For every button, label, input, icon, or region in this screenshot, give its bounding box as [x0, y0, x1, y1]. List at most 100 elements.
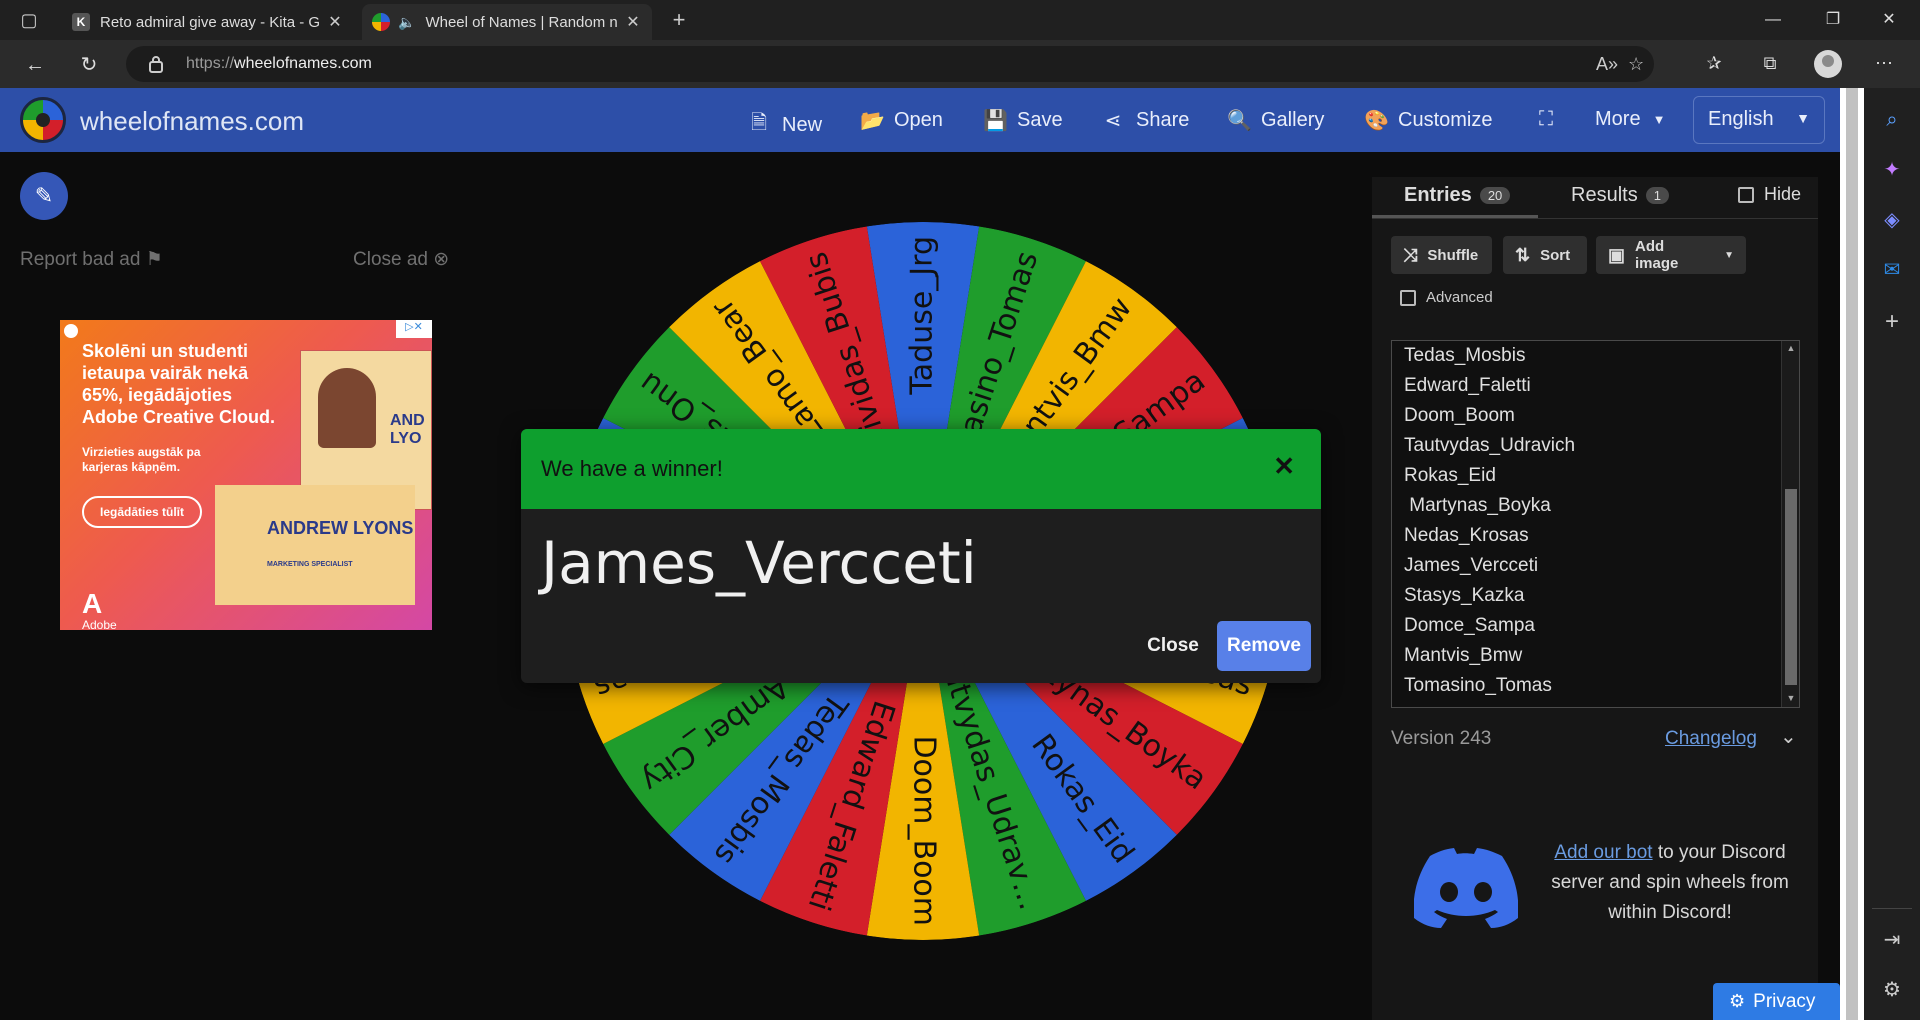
more-label: More [1595, 108, 1641, 130]
site-logo-icon[interactable] [20, 97, 66, 143]
site-brand[interactable]: wheelofnames.com [80, 106, 304, 137]
file-icon: 🗎 [750, 112, 768, 134]
close-tab-icon[interactable]: ✕ [624, 12, 642, 32]
save-button[interactable]: 💾 Save [983, 108, 1063, 133]
sort-button[interactable]: ⇅ Sort [1503, 236, 1587, 274]
entry-row: Edward_Faletti [1404, 375, 1531, 396]
wheel-favicon-icon [372, 13, 390, 31]
add-icon[interactable]: + [1878, 308, 1906, 336]
kita-favicon-icon: K [72, 13, 90, 31]
tab-title: Reto admiral give away - Kita - G [100, 13, 321, 31]
fullscreen-button[interactable]: ⛶ [1535, 108, 1569, 131]
outlook-icon[interactable]: ✉ [1878, 256, 1906, 284]
close-window-icon[interactable]: ✕ [1866, 6, 1912, 34]
entries-tab-label: Entries [1404, 184, 1472, 206]
add-bot-link[interactable]: Add our bot [1554, 842, 1652, 863]
tab-results[interactable]: Results 1 [1571, 184, 1669, 207]
close-ad-link[interactable]: Close ad ⊗ [353, 248, 449, 271]
close-tab-icon[interactable]: ✕ [326, 12, 344, 32]
entry-row: Nedas_Krosas [1404, 525, 1529, 546]
open-button[interactable]: 📂 Open [860, 108, 943, 133]
browser-tab-active[interactable]: 🔈 Wheel of Names | Random n ✕ [362, 4, 652, 40]
add-image-button[interactable]: ▣ Add image ▼ [1596, 236, 1746, 274]
search-icon[interactable]: ⌕ [1878, 106, 1906, 134]
back-icon[interactable]: ← [20, 50, 50, 80]
ad-card-front: ANDREW LYONS MARKETING SPECIALIST [215, 485, 415, 605]
refresh-icon[interactable]: ↻ [74, 50, 104, 80]
close-dialog-icon[interactable]: ✕ [1273, 451, 1295, 482]
tab-title: Wheel of Names | Random n [425, 13, 618, 31]
favorites-icon[interactable]: ✰ [1702, 53, 1726, 77]
remove-button[interactable]: Remove [1217, 621, 1311, 671]
address-bar[interactable]: https://wheelofnames.com A» ☆ [126, 46, 1654, 82]
close-button[interactable]: Close [1138, 621, 1208, 671]
changelog-link[interactable]: Changelog [1665, 728, 1757, 750]
ad-cta-button[interactable]: Iegādāties tūlīt [82, 496, 202, 528]
entry-row: Doom_Boom [1404, 405, 1515, 426]
speaker-icon[interactable]: 🔈 [398, 14, 415, 31]
advanced-label: Advanced [1426, 289, 1493, 306]
fullscreen-icon: ⛶ [1539, 108, 1553, 130]
discord-icon [1414, 848, 1518, 928]
report-bad-ad-link[interactable]: Report bad ad ⚑ [20, 248, 163, 271]
tab-entries[interactable]: Entries 20 [1404, 184, 1511, 207]
profile-avatar[interactable] [1814, 50, 1842, 78]
tab-actions-icon[interactable]: ▢ [16, 8, 42, 32]
share-button[interactable]: ⋖ Share [1102, 108, 1190, 133]
entries-textarea[interactable]: Tedas_Mosbis Edward_Faletti Doom_Boom Tautv… [1391, 340, 1800, 708]
report-ad-label: Report bad ad [20, 249, 141, 270]
ad-portrait [318, 368, 376, 448]
page-scrollbar-thumb[interactable] [1846, 88, 1858, 1020]
chevron-down-icon[interactable]: ⌄ [1780, 724, 1797, 749]
entry-row: Tautvydas_Udravich [1404, 435, 1576, 456]
browser-tab-inactive[interactable]: K Reto admiral give away - Kita - G ✕ [62, 4, 354, 40]
favorite-star-icon[interactable]: ☆ [1628, 54, 1644, 75]
settings-more-icon[interactable]: ⋯ [1872, 53, 1896, 77]
new-tab-icon[interactable]: + [666, 8, 692, 32]
browser-tab-bar: ▢ K Reto admiral give away - Kita - G ✕ … [0, 0, 1920, 40]
scroll-down-icon[interactable]: ▼ [1785, 693, 1797, 703]
folder-open-icon: 📂 [860, 110, 885, 132]
privacy-label: Privacy [1753, 990, 1816, 1012]
add-image-label: Add image [1635, 238, 1679, 272]
entries-scrollbar[interactable]: ▲ ▼ [1781, 341, 1799, 707]
read-aloud-icon[interactable]: A» [1596, 54, 1618, 75]
gallery-button[interactable]: 🔍 Gallery [1227, 108, 1324, 133]
close-circle-icon: ⊗ [433, 249, 450, 270]
shuffle-icon: ⤨ [1403, 244, 1418, 265]
copilot-icon[interactable]: ✦ [1878, 156, 1906, 184]
privacy-button[interactable]: ⚙ Privacy [1713, 983, 1840, 1020]
language-label: English [1708, 108, 1774, 130]
adchoices-icon[interactable]: ▷✕ [396, 320, 432, 338]
gear-icon[interactable]: ⚙ [1878, 976, 1906, 1004]
adobe-icon: A [82, 588, 103, 619]
restore-icon[interactable]: ❐ [1810, 6, 1856, 34]
scrollbar-thumb[interactable] [1785, 489, 1797, 685]
customize-button[interactable]: 🎨 Customize [1364, 108, 1492, 133]
ad-card-role: MARKETING SPECIALIST [267, 561, 353, 568]
hide-sidebar-icon[interactable]: ⇥ [1878, 926, 1906, 954]
caret-down-icon: ▼ [1724, 249, 1734, 261]
new-button[interactable]: 🗎 New [748, 108, 822, 142]
caret-down-icon: ▼ [1652, 112, 1666, 127]
checkbox-icon [1738, 186, 1754, 203]
image-icon: ▣ [1608, 244, 1626, 265]
edit-pencil-button[interactable]: ✎ [20, 172, 68, 220]
minimize-icon[interactable]: — [1750, 6, 1796, 34]
url-text: https://wheelofnames.com [186, 55, 372, 72]
collections-icon[interactable]: ⧉ [1758, 53, 1782, 77]
lock-icon [149, 56, 163, 73]
hide-checkbox[interactable]: Hide [1738, 184, 1801, 205]
advertisement[interactable]: ▷✕ Skolēni un studenti ietaupa vairāk ne… [60, 320, 432, 630]
scroll-up-icon[interactable]: ▲ [1785, 343, 1797, 353]
entry-row: Tedas_Mosbis [1404, 345, 1526, 366]
more-dropdown[interactable]: More ▼ [1595, 108, 1665, 131]
share-label: Share [1136, 109, 1190, 131]
page-scrollbar[interactable] [1840, 88, 1864, 1020]
advanced-checkbox[interactable]: Advanced [1400, 289, 1493, 306]
shuffle-button[interactable]: ⤨ Shuffle [1391, 236, 1492, 274]
language-select[interactable]: English ▼ [1693, 96, 1825, 144]
floppy-icon: 💾 [983, 110, 1008, 132]
entry-row: Mantvis_Bmw [1404, 645, 1523, 666]
shopping-icon[interactable]: ◈ [1878, 206, 1906, 234]
